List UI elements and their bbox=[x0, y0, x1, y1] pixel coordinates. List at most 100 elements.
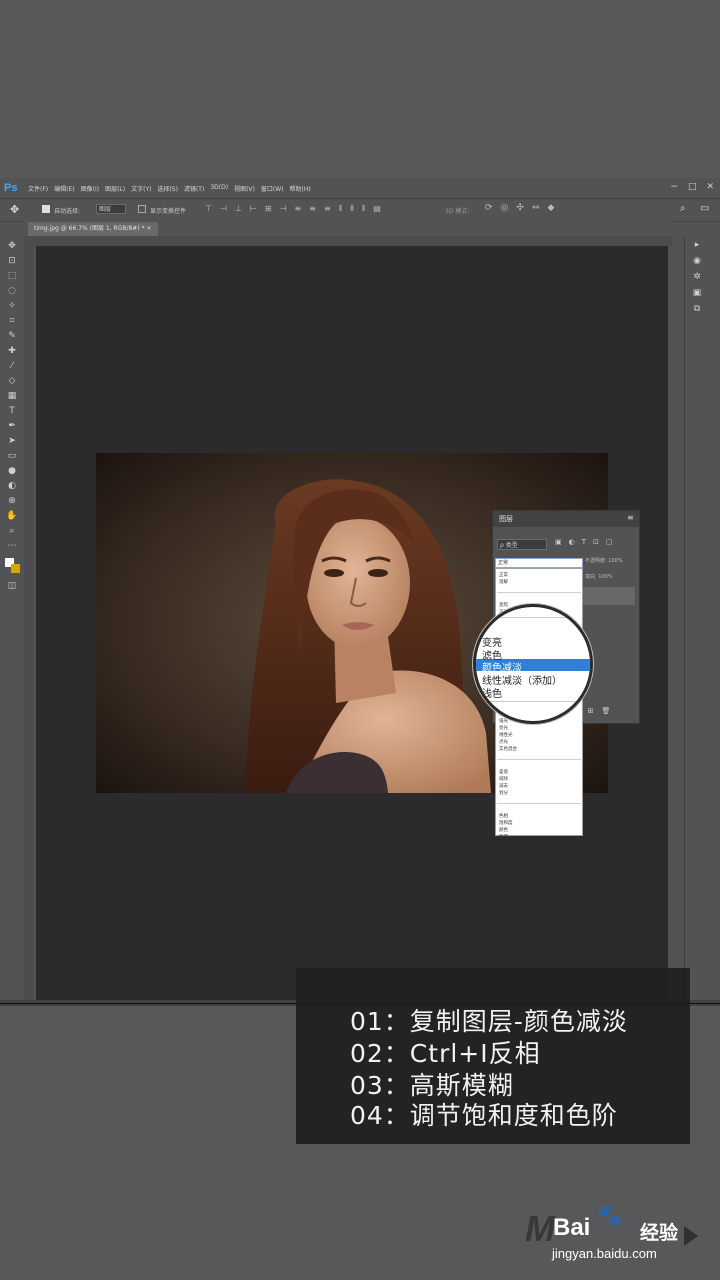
brush-tool-icon[interactable]: ⁄ bbox=[6, 360, 18, 372]
blur-tool-icon[interactable]: ● bbox=[6, 465, 18, 477]
new-layer-icon[interactable]: ⊞ bbox=[588, 707, 594, 715]
layers-panel-title[interactable]: 图层 bbox=[499, 514, 513, 524]
distribute-center-icon[interactable]: ⦀ bbox=[350, 204, 354, 214]
blend-mode-select[interactable]: 正常 bbox=[495, 558, 583, 568]
menu-layer[interactable]: 图层(L) bbox=[105, 184, 125, 193]
blend-mode-item[interactable]: 强光 bbox=[499, 718, 508, 724]
minimize-button[interactable]: − bbox=[670, 182, 678, 192]
slide-3d-icon[interactable]: ⇔ bbox=[532, 203, 540, 213]
adjustment-filter-icon[interactable]: ◐ bbox=[569, 538, 575, 546]
properties-icon[interactable]: ◉ bbox=[691, 256, 703, 268]
workspace-icon[interactable]: ▭ bbox=[700, 203, 709, 214]
auto-select-dropdown[interactable]: 图层 bbox=[96, 204, 126, 214]
options-bar: ✥ 自动选择: 图层 显示变换控件 ⊤ ⊣ ⊥ ⊢ ⊞ ⊣ ≡ ≡ ≡ ⦀ ⦀ … bbox=[0, 198, 720, 222]
align-top-icon[interactable]: ⊤ bbox=[205, 204, 212, 214]
marquee-tool-icon[interactable]: ⬚ bbox=[6, 270, 18, 282]
maximize-button[interactable]: □ bbox=[688, 182, 697, 192]
distribute-middle-icon[interactable]: ≡ bbox=[309, 204, 316, 214]
align-right-icon[interactable]: ⊣ bbox=[280, 204, 287, 214]
blend-mode-item[interactable]: 颜色 bbox=[499, 827, 508, 833]
artboard-tool-icon[interactable]: ⊡ bbox=[6, 255, 18, 267]
blend-mode-item[interactable]: 差值 bbox=[499, 769, 508, 775]
blend-mode-item[interactable]: 正常 bbox=[499, 572, 508, 578]
drag-3d-icon[interactable]: ✣ bbox=[516, 203, 524, 213]
blend-mode-item[interactable]: 线性光 bbox=[499, 732, 513, 738]
shape-filter-icon[interactable]: ⊡ bbox=[593, 538, 599, 546]
panel-menu-icon[interactable]: ≡ bbox=[627, 513, 634, 522]
menu-help[interactable]: 帮助(H) bbox=[290, 184, 311, 193]
blend-mode-item[interactable]: 明度 bbox=[499, 834, 508, 840]
blend-mode-item[interactable]: 减去 bbox=[499, 783, 508, 789]
menu-view[interactable]: 视图(V) bbox=[234, 184, 255, 193]
menu-image[interactable]: 图像(I) bbox=[81, 184, 99, 193]
path-select-icon[interactable]: ➤ bbox=[6, 435, 18, 447]
blend-mode-item[interactable]: 排除 bbox=[499, 776, 508, 782]
more-tools-icon[interactable]: ⋯ bbox=[6, 540, 18, 552]
blend-mode-item[interactable]: 变暗 bbox=[499, 602, 508, 608]
distribute-right-icon[interactable]: ⦀ bbox=[362, 204, 366, 214]
fill-field[interactable]: 填充: 100% bbox=[585, 573, 613, 580]
type-filter-icon[interactable]: T bbox=[582, 538, 586, 546]
eraser-tool-icon[interactable]: ◇ bbox=[6, 375, 18, 387]
roll-3d-icon[interactable]: ◎ bbox=[501, 203, 509, 213]
lasso-tool-icon[interactable]: ◌ bbox=[6, 285, 18, 297]
menu-3d[interactable]: 3D(D) bbox=[210, 184, 228, 193]
auto-select-checkbox[interactable] bbox=[42, 205, 50, 213]
menu-select[interactable]: 选择(S) bbox=[157, 184, 178, 193]
type-tool-icon[interactable]: T bbox=[6, 405, 18, 417]
eyedropper-icon[interactable]: ✎ bbox=[6, 330, 18, 342]
pen-tool-icon[interactable]: ✒ bbox=[6, 420, 18, 432]
quick-mask-icon[interactable]: ◫ bbox=[6, 580, 18, 592]
healing-brush-icon[interactable]: ✚ bbox=[6, 345, 18, 357]
hand-tool-icon[interactable]: ✋ bbox=[6, 510, 18, 522]
menu-file[interactable]: 文件(F) bbox=[28, 184, 48, 193]
character-panel-icon[interactable]: ⧉ bbox=[691, 304, 703, 316]
search-icon[interactable]: ⌕ bbox=[680, 203, 686, 214]
adjustments-icon[interactable]: ▣ bbox=[691, 288, 703, 300]
history-icon[interactable]: ▸ bbox=[691, 240, 703, 252]
layer-kind-filter[interactable]: ρ 类型 bbox=[497, 539, 547, 550]
distribute-left-icon[interactable]: ⦀ bbox=[339, 204, 343, 214]
gradient-tool-icon[interactable]: ▦ bbox=[6, 390, 18, 402]
move-tool-icon[interactable]: ✥ bbox=[10, 203, 19, 216]
close-button[interactable]: ✕ bbox=[706, 182, 714, 192]
auto-align-icon[interactable]: ▤ bbox=[373, 204, 381, 214]
dodge-tool-icon[interactable]: ◐ bbox=[6, 480, 18, 492]
distribute-top-icon[interactable]: ≡ bbox=[295, 204, 302, 214]
layer-row[interactable] bbox=[581, 587, 635, 605]
zoom-tool-icon[interactable]: ⌕ bbox=[6, 525, 18, 537]
align-bottom-icon[interactable]: ⊥ bbox=[235, 204, 242, 214]
stamp-tool-icon[interactable]: ⊕ bbox=[6, 495, 18, 507]
blend-mode-item[interactable]: 饱和度 bbox=[499, 820, 513, 826]
pixel-filter-icon[interactable]: ▣ bbox=[555, 538, 562, 546]
blend-mode-item[interactable]: 实色混合 bbox=[499, 746, 517, 752]
scale-3d-icon[interactable]: ◆ bbox=[548, 203, 555, 213]
move-tool-icon[interactable]: ✥ bbox=[6, 240, 18, 252]
menu-type[interactable]: 文字(Y) bbox=[131, 184, 151, 193]
rotate-3d-icon[interactable]: ⟳ bbox=[485, 203, 493, 213]
blend-mode-item[interactable]: 溶解 bbox=[499, 579, 508, 585]
opacity-field[interactable]: 不透明度: 100% bbox=[585, 557, 623, 564]
align-left-icon[interactable]: ⊢ bbox=[250, 204, 257, 214]
magic-wand-icon[interactable]: ✧ bbox=[6, 300, 18, 312]
blend-mode-item[interactable]: 点光 bbox=[499, 739, 508, 745]
smart-object-filter-icon[interactable]: ▢ bbox=[606, 538, 613, 546]
background-color-swatch[interactable] bbox=[11, 564, 20, 573]
blend-mode-item[interactable]: 亮光 bbox=[499, 725, 508, 731]
menu-window[interactable]: 窗口(W) bbox=[261, 184, 284, 193]
brush-panel-icon[interactable]: ✲ bbox=[691, 272, 703, 284]
blend-mode-item[interactable]: 划分 bbox=[499, 790, 508, 796]
show-transform-checkbox[interactable] bbox=[138, 205, 146, 213]
crop-tool-icon[interactable]: ⌗ bbox=[6, 315, 18, 327]
tab-close-icon[interactable]: × bbox=[147, 225, 152, 232]
menu-filter[interactable]: 滤镜(T) bbox=[184, 184, 204, 193]
align-middle-icon[interactable]: ⊣ bbox=[220, 204, 227, 214]
distribute-bottom-icon[interactable]: ≡ bbox=[324, 204, 331, 214]
blend-mode-item[interactable]: 色相 bbox=[499, 813, 508, 819]
document-tab[interactable]: timg.jpg @ 66.7% (图层 1, RGB/8#) * × bbox=[28, 222, 158, 236]
delete-layer-icon[interactable]: 🗑 bbox=[602, 707, 611, 715]
align-center-icon[interactable]: ⊞ bbox=[265, 204, 272, 214]
rectangle-tool-icon[interactable]: ▭ bbox=[6, 450, 18, 462]
magnified-item[interactable]: 浅色 bbox=[482, 685, 502, 700]
menu-edit[interactable]: 编辑(E) bbox=[54, 184, 74, 193]
